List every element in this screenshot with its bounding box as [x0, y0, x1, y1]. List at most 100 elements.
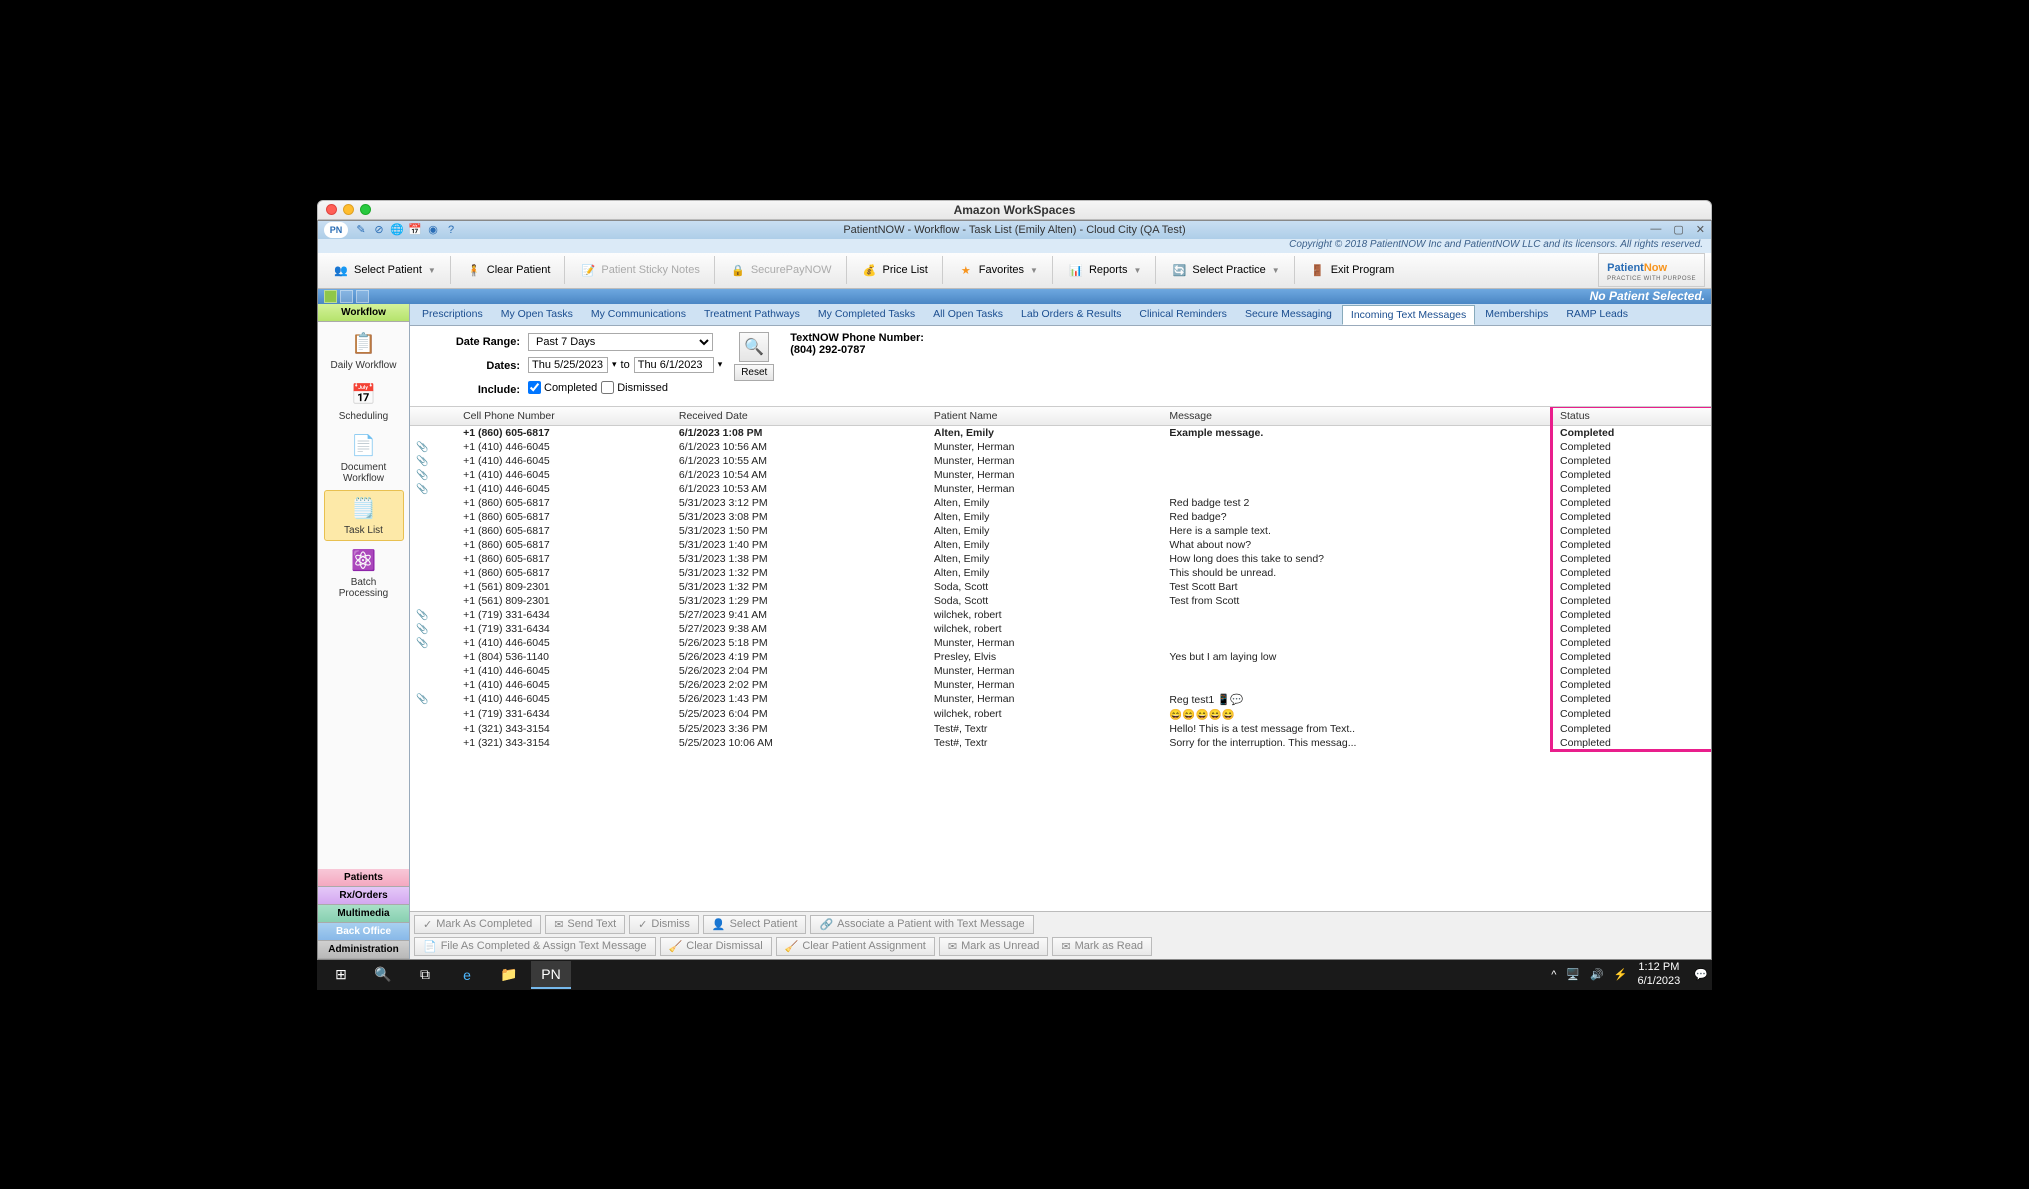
- message-row[interactable]: +1 (860) 605-68175/31/2023 1:38 PMAlten,…: [410, 552, 1711, 566]
- action-send-text[interactable]: ✉Send Text: [545, 915, 625, 934]
- tab-incoming-text-messages[interactable]: Incoming Text Messages: [1342, 305, 1475, 325]
- message-row[interactable]: 📎+1 (410) 446-60456/1/2023 10:56 AMMunst…: [410, 440, 1711, 454]
- column-header[interactable]: Received Date: [673, 407, 928, 426]
- window-close-button[interactable]: ✕: [1696, 223, 1705, 236]
- sidebar-header-administration[interactable]: Administration: [318, 941, 409, 959]
- message-row[interactable]: +1 (561) 809-23015/31/2023 1:32 PMSoda, …: [410, 580, 1711, 594]
- message-row[interactable]: +1 (321) 343-31545/25/2023 3:36 PMTest#,…: [410, 722, 1711, 736]
- tray-chevron-icon[interactable]: ^: [1551, 969, 1556, 981]
- explorer-icon[interactable]: 📁: [489, 961, 529, 989]
- patientnow-taskbar-icon[interactable]: PN: [531, 961, 571, 989]
- tab-all-open-tasks[interactable]: All Open Tasks: [925, 305, 1011, 323]
- message-row[interactable]: +1 (321) 343-31545/25/2023 10:06 AMTest#…: [410, 736, 1711, 750]
- message-row[interactable]: +1 (860) 605-68175/31/2023 1:32 PMAlten,…: [410, 566, 1711, 580]
- message-row[interactable]: +1 (561) 809-23015/31/2023 1:29 PMSoda, …: [410, 594, 1711, 608]
- sidebar-header-workflow[interactable]: Workflow: [318, 304, 409, 322]
- select-practice-button[interactable]: 🔄Select Practice▼: [1162, 257, 1287, 283]
- tab-my-communications[interactable]: My Communications: [583, 305, 694, 323]
- message-row[interactable]: +1 (804) 536-11405/26/2023 4:19 PMPresle…: [410, 650, 1711, 664]
- taskbar-clock[interactable]: 1:12 PM 6/1/2023: [1637, 961, 1684, 987]
- tab-lab-orders-&-results[interactable]: Lab Orders & Results: [1013, 305, 1129, 323]
- task-view-icon[interactable]: ⧉: [405, 961, 445, 989]
- action-dismiss[interactable]: ✓Dismiss: [629, 915, 699, 934]
- date-range-select[interactable]: Past 7 Days: [528, 333, 713, 351]
- message-row[interactable]: +1 (860) 605-68175/31/2023 1:40 PMAlten,…: [410, 538, 1711, 552]
- reset-button[interactable]: Reset: [734, 364, 774, 381]
- price-list-button[interactable]: 💰Price List: [853, 257, 936, 283]
- tab-clinical-reminders[interactable]: Clinical Reminders: [1131, 305, 1235, 323]
- reports-button[interactable]: 📊Reports▼: [1059, 257, 1149, 283]
- message-row[interactable]: 📎+1 (410) 446-60456/1/2023 10:54 AMMunst…: [410, 468, 1711, 482]
- action-file-as-completed-&-assign-text-message[interactable]: 📄File As Completed & Assign Text Message: [414, 937, 656, 956]
- strip-toggle-3[interactable]: [356, 290, 369, 303]
- tab-memberships[interactable]: Memberships: [1477, 305, 1556, 323]
- message-row[interactable]: +1 (410) 446-60455/26/2023 2:02 PMMunste…: [410, 678, 1711, 692]
- sidebar-header-rxorders[interactable]: Rx/Orders: [318, 887, 409, 905]
- tab-my-open-tasks[interactable]: My Open Tasks: [493, 305, 581, 323]
- search-taskbar-icon[interactable]: 🔍: [363, 961, 403, 989]
- tab-prescriptions[interactable]: Prescriptions: [414, 305, 491, 323]
- date-range-label: Date Range:: [456, 332, 520, 352]
- message-row[interactable]: +1 (410) 446-60455/26/2023 2:04 PMMunste…: [410, 664, 1711, 678]
- message-row[interactable]: +1 (860) 605-68176/1/2023 1:08 PMAlten, …: [410, 425, 1711, 440]
- tab-secure-messaging[interactable]: Secure Messaging: [1237, 305, 1340, 323]
- sidebar: Workflow 📋Daily Workflow📅Scheduling📄Docu…: [318, 304, 410, 959]
- action-mark-as-unread[interactable]: ✉Mark as Unread: [939, 937, 1048, 956]
- action-mark-as-read[interactable]: ✉Mark as Read: [1052, 937, 1152, 956]
- sidebar-item-task-list[interactable]: 🗒️Task List: [324, 490, 404, 541]
- column-header[interactable]: Message: [1163, 407, 1554, 426]
- tab-my-completed-tasks[interactable]: My Completed Tasks: [810, 305, 923, 323]
- action-associate-a-patient-with-text-message[interactable]: 🔗Associate a Patient with Text Message: [810, 915, 1033, 934]
- exit-program-button[interactable]: 🚪Exit Program: [1301, 257, 1403, 283]
- clear-patient-button[interactable]: 🧍Clear Patient: [457, 257, 559, 283]
- strip-toggle-1[interactable]: [324, 290, 337, 303]
- dismissed-checkbox[interactable]: Dismissed: [601, 381, 668, 394]
- message-row[interactable]: 📎+1 (410) 446-60455/26/2023 1:43 PMMunst…: [410, 692, 1711, 707]
- action-select-patient[interactable]: 👤Select Patient: [703, 915, 807, 934]
- message-row[interactable]: 📎+1 (410) 446-60456/1/2023 10:55 AMMunst…: [410, 454, 1711, 468]
- tab-ramp-leads[interactable]: RAMP Leads: [1558, 305, 1636, 323]
- sidebar-item-batch-processing[interactable]: ⚛️Batch Processing: [324, 543, 404, 603]
- date-to-input[interactable]: [634, 357, 714, 373]
- strip-toggle-2[interactable]: [340, 290, 353, 303]
- message-row[interactable]: +1 (860) 605-68175/31/2023 3:12 PMAlten,…: [410, 496, 1711, 510]
- select-patient-button[interactable]: 👥Select Patient▼: [324, 257, 444, 283]
- message-row[interactable]: 📎+1 (410) 446-60455/26/2023 5:18 PMMunst…: [410, 636, 1711, 650]
- column-header[interactable]: Patient Name: [928, 407, 1163, 426]
- window-minimize-button[interactable]: —: [1650, 223, 1661, 236]
- start-button[interactable]: ⊞: [321, 961, 361, 989]
- message-row[interactable]: +1 (860) 605-68175/31/2023 3:08 PMAlten,…: [410, 510, 1711, 524]
- filter-bar: Date Range: Dates: Include: Past 7 Days …: [410, 326, 1711, 407]
- tab-treatment-pathways[interactable]: Treatment Pathways: [696, 305, 808, 323]
- sidebar-header-patients[interactable]: Patients: [318, 869, 409, 887]
- action-clear-dismissal[interactable]: 🧹Clear Dismissal: [660, 937, 772, 956]
- sidebar-item-scheduling[interactable]: 📅Scheduling: [324, 377, 404, 426]
- tray-volume-icon[interactable]: 🔊: [1590, 968, 1604, 981]
- column-header[interactable]: Cell Phone Number: [457, 407, 673, 426]
- sidebar-item-daily-workflow[interactable]: 📋Daily Workflow: [324, 326, 404, 375]
- textnow-value: (804) 292-0787: [790, 344, 924, 356]
- sidebar-header-backoffice[interactable]: Back Office: [318, 923, 409, 941]
- sticky-notes-button[interactable]: 📝Patient Sticky Notes: [571, 257, 707, 283]
- message-row[interactable]: 📎+1 (719) 331-64345/27/2023 9:38 AMwilch…: [410, 622, 1711, 636]
- tray-network-icon[interactable]: ⚡: [1614, 968, 1628, 981]
- completed-checkbox[interactable]: Completed: [528, 381, 597, 394]
- action-clear-patient-assignment[interactable]: 🧹Clear Patient Assignment: [776, 937, 935, 956]
- ie-icon[interactable]: e: [447, 961, 487, 989]
- search-button[interactable]: 🔍: [739, 332, 769, 362]
- tray-monitor-icon[interactable]: 🖥️: [1566, 968, 1580, 981]
- favorites-button[interactable]: ★Favorites▼: [949, 257, 1046, 283]
- securepay-button[interactable]: 🔒SecurePayNOW: [721, 257, 840, 283]
- sidebar-item-document-workflow[interactable]: 📄Document Workflow: [324, 428, 404, 488]
- column-header[interactable]: Status: [1554, 407, 1711, 426]
- message-row[interactable]: 📎+1 (410) 446-60456/1/2023 10:53 AMMunst…: [410, 482, 1711, 496]
- message-grid[interactable]: Cell Phone NumberReceived DatePatient Na…: [410, 407, 1711, 911]
- message-row[interactable]: +1 (719) 331-64345/25/2023 6:04 PMwilche…: [410, 707, 1711, 722]
- message-row[interactable]: +1 (860) 605-68175/31/2023 1:50 PMAlten,…: [410, 524, 1711, 538]
- date-from-input[interactable]: [528, 357, 608, 373]
- tray-notification-icon[interactable]: 💬: [1694, 968, 1708, 981]
- sidebar-header-multimedia[interactable]: Multimedia: [318, 905, 409, 923]
- action-mark-as-completed[interactable]: ✓Mark As Completed: [414, 915, 541, 934]
- window-maximize-button[interactable]: ▢: [1673, 223, 1683, 236]
- message-row[interactable]: 📎+1 (719) 331-64345/27/2023 9:41 AMwilch…: [410, 608, 1711, 622]
